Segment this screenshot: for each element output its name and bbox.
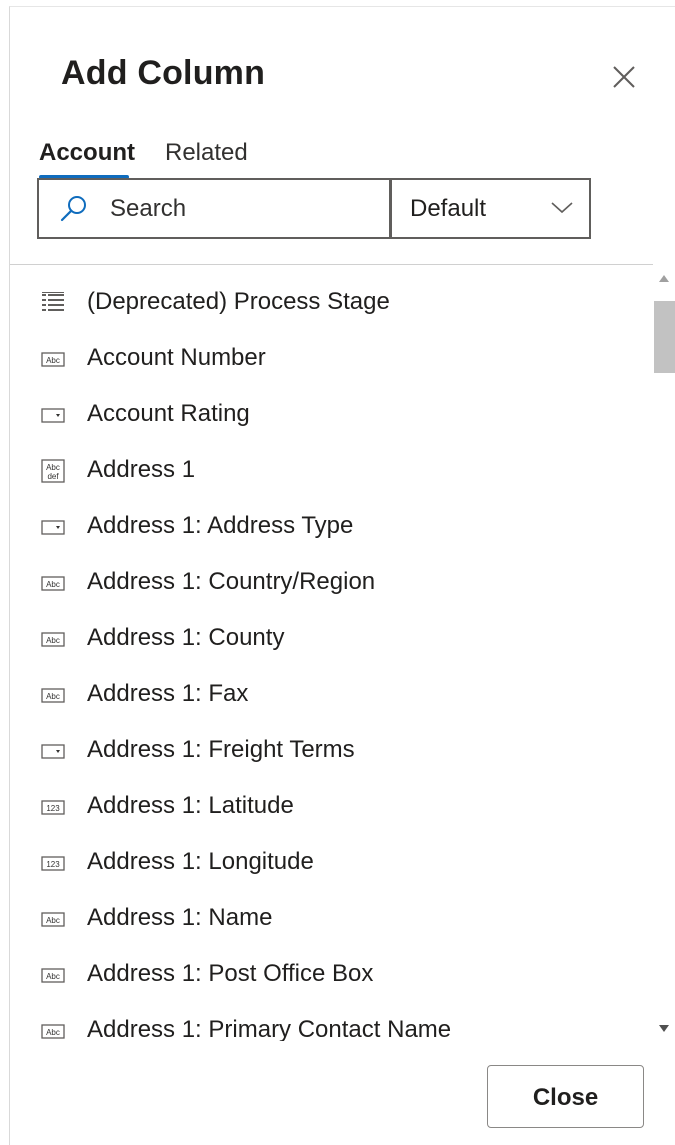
filter-selected-value: Default [410, 195, 487, 222]
column-label: Address 1: Longitude [87, 848, 314, 875]
column-label: Address 1: Latitude [87, 792, 294, 819]
chevron-down-icon [551, 202, 573, 214]
multiline-text-icon: Abc def [41, 459, 65, 483]
option-set-icon [41, 739, 65, 763]
column-label: (Deprecated) Process Stage [87, 288, 390, 315]
svg-text:123: 123 [46, 804, 60, 813]
column-list-item[interactable]: Address 1: Freight Terms [10, 723, 653, 779]
svg-text:Abc: Abc [46, 463, 60, 472]
search-icon [60, 196, 86, 222]
column-label: Address 1: Address Type [87, 512, 354, 539]
text-abc-icon: Abc [41, 907, 65, 931]
text-abc-icon: Abc [41, 1019, 65, 1041]
svg-text:Abc: Abc [46, 356, 60, 365]
svg-text:Abc: Abc [46, 916, 60, 925]
lookup-list-icon [41, 291, 65, 315]
column-list-item[interactable]: Abc Address 1: Fax [10, 667, 653, 723]
svg-text:Abc: Abc [46, 1028, 60, 1037]
svg-text:Abc: Abc [46, 972, 60, 981]
column-label: Account Number [87, 344, 266, 371]
option-set-icon [41, 515, 65, 539]
text-abc-icon: Abc [41, 347, 65, 371]
column-list-item[interactable]: Abc Address 1: Primary Contact Name [10, 1003, 653, 1041]
column-label: Address 1: Post Office Box [87, 960, 374, 987]
scroll-thumb[interactable] [654, 301, 675, 373]
text-abc-icon: Abc [41, 571, 65, 595]
column-list-item[interactable]: Abc Address 1: Post Office Box [10, 947, 653, 1003]
add-column-dialog: Add Column Account Related Search Defaul… [9, 6, 675, 1145]
text-abc-icon: Abc [41, 963, 65, 987]
svg-text:def: def [47, 472, 59, 481]
column-label: Address 1: Name [87, 904, 273, 931]
column-label: Address 1: Fax [87, 680, 249, 707]
svg-text:Abc: Abc [46, 692, 60, 701]
tab-account[interactable]: Account [39, 137, 135, 169]
column-list-item[interactable]: Abc Address 1: Country/Region [10, 555, 653, 611]
column-label: Account Rating [87, 400, 250, 427]
search-input[interactable]: Search [37, 178, 391, 239]
column-label: Address 1: County [87, 624, 285, 651]
number-123-icon: 123 [41, 795, 65, 819]
close-button[interactable]: Close [487, 1065, 644, 1128]
svg-text:123: 123 [46, 860, 60, 869]
column-label: Address 1 [87, 456, 196, 483]
column-list-item[interactable]: Account Rating [10, 387, 653, 443]
column-list-item[interactable]: Abc Account Number [10, 331, 653, 387]
filter-dropdown[interactable]: Default [391, 178, 591, 239]
list-scrollbar[interactable] [653, 265, 675, 1041]
option-set-icon [41, 403, 65, 427]
scroll-up-arrow-icon[interactable] [659, 275, 669, 282]
column-label: Address 1: Primary Contact Name [87, 1016, 452, 1041]
column-list-item[interactable]: (Deprecated) Process Stage [10, 275, 653, 331]
number-123-icon: 123 [41, 851, 65, 875]
column-list-item[interactable]: Address 1: Address Type [10, 499, 653, 555]
column-list-item[interactable]: Abc Address 1: Name [10, 891, 653, 947]
column-list-item[interactable]: Abc def Address 1 [10, 443, 653, 499]
text-abc-icon: Abc [41, 627, 65, 651]
column-list-item[interactable]: 123 Address 1: Latitude [10, 779, 653, 835]
column-list-item[interactable]: Abc Address 1: County [10, 611, 653, 667]
close-icon[interactable] [610, 63, 638, 91]
tab-related[interactable]: Related [165, 137, 248, 169]
dialog-title: Add Column [61, 54, 266, 92]
column-label: Address 1: Freight Terms [87, 736, 355, 763]
svg-text:Abc: Abc [46, 636, 60, 645]
search-placeholder: Search [110, 195, 187, 222]
scroll-down-arrow-icon[interactable] [659, 1025, 669, 1032]
column-list: (Deprecated) Process Stage Abc Account Num… [10, 265, 653, 1041]
column-list-item[interactable]: 123 Address 1: Longitude [10, 835, 653, 891]
svg-text:Abc: Abc [46, 580, 60, 589]
text-abc-icon: Abc [41, 683, 65, 707]
column-label: Address 1: Country/Region [87, 568, 376, 595]
